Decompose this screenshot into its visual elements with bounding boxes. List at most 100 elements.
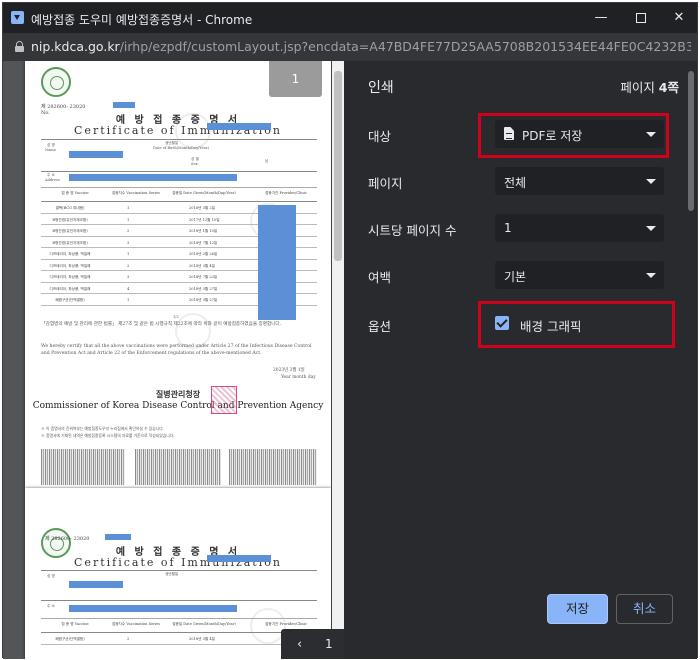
maximize-button[interactable] (621, 7, 661, 29)
label-birth: 생년월일 (165, 572, 179, 576)
vaccine-date: 2018년 7월 23일 (189, 275, 218, 279)
minimize-button[interactable]: — (581, 7, 621, 29)
vaccine-date: 2016년 3월 2일 (189, 206, 215, 210)
scrollbar-thumb[interactable] (334, 71, 342, 261)
issuer-ko: 질병관리청장 (155, 389, 201, 399)
vaccine-series: 3 (127, 240, 130, 245)
preview-scrollbar[interactable] (332, 61, 344, 659)
redacted-number (113, 102, 135, 108)
url-path: /irhp/ezpdf/customLayout.jsp?encdata=A47… (119, 39, 691, 54)
chrome-app-icon (11, 11, 24, 24)
destination-value: PDF로 저장 (522, 129, 583, 143)
redacted-number (105, 534, 131, 540)
save-button[interactable]: 저장 (547, 594, 608, 624)
lock-icon (15, 41, 24, 52)
pages-per-sheet-value: 1 (504, 221, 512, 235)
label-birth-en: Date of Birth(Month/Day/Year) (153, 146, 209, 150)
vaccine-series: 1 (127, 252, 130, 256)
vaccine-name: 폐렴구균(단백결합) (55, 637, 85, 641)
background-graphics-label[interactable]: 배경 그래픽 (520, 316, 581, 335)
destination-select[interactable]: PDF로 저장 (495, 120, 664, 148)
label-name: 성 명 (47, 574, 55, 578)
label-address: 주 소 (47, 604, 55, 608)
issue-number: 제 282600- 23020 (41, 104, 86, 110)
cancel-button[interactable]: 취소 (616, 594, 673, 624)
window-title: 예방접종 도우미 예방접종증명서 - Chrome (31, 13, 253, 27)
margins-label: 여백 (368, 270, 392, 285)
vaccine-date: 2017년 12월 10일 (189, 217, 220, 222)
note-2: ※ 증명서에 기재된 내역은 예방접종등록 시스템의 자료를 기준으로 작성되었… (41, 433, 175, 438)
vaccine-series: 2 (127, 229, 130, 233)
background-graphics-checkbox[interactable] (495, 316, 509, 330)
vaccine-series: 2 (127, 263, 130, 268)
vaccine-date: 2018년 3월 4일 (189, 263, 215, 268)
issue-date-en: Year month day (281, 375, 316, 380)
document-title-en: Certificate of Immunization (74, 556, 282, 569)
document-title-en: Certificate of Immunization (74, 124, 282, 137)
label-address-en: Address (45, 178, 60, 182)
official-stamp (211, 386, 237, 414)
pages-select[interactable]: 전체 (495, 167, 664, 195)
margins-select[interactable]: 기본 (495, 261, 664, 289)
header-series: 접종차수 Vaccination Series (111, 622, 161, 626)
header-vaccine: 접 종 명 Vaccine (61, 191, 89, 195)
page-mark: 1/2 (173, 315, 179, 319)
title-bar: 예방접종 도우미 예방접종증명서 - Chrome — ✕ (3, 3, 697, 33)
redacted-address (69, 174, 237, 181)
page-count-prefix: 페이지 (620, 80, 659, 95)
redacted-provider-column (258, 205, 296, 320)
divider (41, 171, 317, 172)
redacted-name (207, 123, 271, 130)
close-window-button[interactable]: ✕ (659, 7, 699, 29)
address-bar[interactable]: nip.kdca.go.kr/irhp/ezpdf/customLayout.j… (3, 33, 697, 61)
pager-current-page[interactable]: 1 (325, 637, 333, 651)
vaccine-name: 디프테리아, 파상풍, 백일해 (49, 263, 91, 268)
government-seal-logo (41, 67, 71, 97)
margins-value: 기본 (504, 270, 527, 284)
print-settings-panel: 인쇄 페이지 4쪽 대상 PDF로 저장 페이지 전체 시트당 페이지 수 1 … (344, 61, 697, 659)
url-text[interactable]: nip.kdca.go.kr/irhp/ezpdf/customLayout.j… (31, 39, 691, 54)
issue-number: 제 282600- 23020 (45, 536, 90, 542)
vaccine-name: 디프테리아, 파상풍, 백일해 (49, 252, 91, 256)
divider (41, 570, 317, 571)
chevron-left-icon[interactable]: ‹ (297, 637, 302, 652)
url-host: nip.kdca.go.kr (31, 39, 120, 54)
header-provider: 접종기관 Provider/Clinic (265, 191, 307, 195)
vaccine-series: 1 (127, 206, 130, 210)
dropdown-arrow-icon (646, 226, 656, 231)
header-vaccine: 접 종 명 Vaccine (61, 622, 89, 626)
vaccine-date: 2018년 7월 12일 (189, 240, 218, 245)
settings-scrollbar[interactable] (685, 61, 697, 659)
barcode (41, 449, 125, 485)
print-preview-area[interactable]: 제 282600- 23020 No. 예 방 접 종 증 명 서 Certif… (3, 61, 344, 659)
vaccine-date: 2018년 1월 10일 (189, 229, 218, 233)
vaccine-series: 1 (127, 217, 130, 222)
dropdown-arrow-icon (646, 273, 656, 278)
header-date: 접종일 Date Given(Month/Day/Year) (172, 622, 236, 626)
redacted-address (69, 605, 237, 612)
statement-ko: 「감염병의 예방 및 관리에 관한 법률」 제27조 및 같은 법 시행규칙 제… (41, 322, 282, 327)
redacted-name-field (69, 151, 123, 158)
destination-label: 대상 (368, 129, 392, 144)
page-count-value: 4쪽 (658, 80, 679, 95)
sex-value: 남 (265, 159, 269, 163)
pages-per-sheet-select[interactable]: 1 (495, 214, 664, 242)
vaccine-date: 2018년 3월 27일 (189, 286, 218, 291)
vaccine-name: B형간염(유전자재조합) (52, 240, 88, 245)
vaccine-series: 3 (127, 275, 130, 279)
scrollbar-thumb[interactable] (688, 71, 694, 211)
statement-en: We hereby certify that all the above vac… (41, 344, 312, 356)
vaccination-table-header: 접 종 명 Vaccine 접종차수 Vaccination Series 접종… (41, 619, 317, 633)
note-1: ※ 이 증명서의 진위여부는 예방접종도우미 누리집에서 확인하실 수 있습니다… (41, 426, 164, 431)
maximize-icon (636, 12, 646, 23)
header-provider: 접종기관 Provider/Clinic (265, 622, 307, 626)
browser-window: 예방접종 도우미 예방접종증명서 - Chrome — ✕ nip.kdca.g… (2, 2, 698, 659)
vaccine-date: 2018년 3월 4일 (189, 637, 215, 641)
pdf-file-icon (504, 127, 514, 140)
issuer-en: Commissioner of Korea Disease Control an… (32, 401, 324, 411)
page-number-badge: 1 (269, 61, 322, 97)
vaccine-series: 1 (127, 298, 130, 302)
pages-value: 전체 (504, 176, 527, 190)
vaccine-series: 2 (127, 637, 130, 641)
issue-date: 2023년 3월 1일 (273, 368, 305, 373)
